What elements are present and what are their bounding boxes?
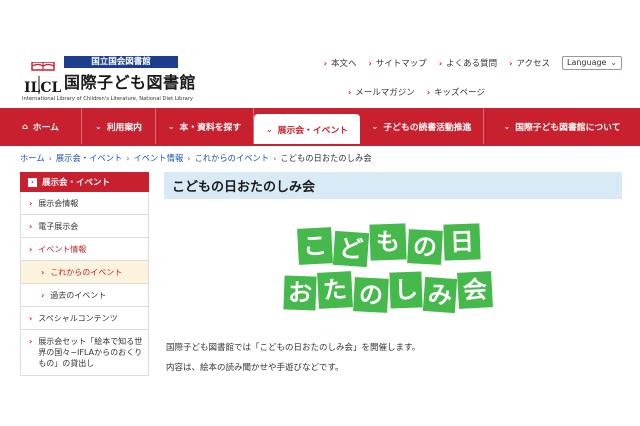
banner-char: の	[407, 229, 443, 265]
util-link-newsletter[interactable]: › メールマガジン	[348, 86, 415, 99]
chevron-right-icon: ›	[368, 58, 372, 68]
chevron-right-icon: ›	[438, 58, 443, 68]
nav-guide[interactable]: ⌄ 利用案内	[82, 108, 156, 144]
banner-char: 日	[443, 223, 481, 261]
page-title-bar: こどもの日おたのしみ会	[160, 172, 622, 199]
chevron-right-icon: ›	[126, 153, 130, 163]
language-select[interactable]: Language ⌄	[562, 56, 622, 70]
banner-char: の	[353, 277, 389, 313]
util-link-main-content[interactable]: › 本文へ	[323, 57, 357, 70]
chevron-right-icon: ›	[29, 198, 33, 208]
global-nav: ⌂ ホーム ⌄ 利用案内 ⌄ 本・資料を探す ⌄ 展示会・イベント ⌄ 子どもの読書活動推…	[0, 108, 640, 144]
chevron-right-icon: ›	[323, 58, 327, 68]
chevron-right-icon: ›	[348, 87, 352, 97]
sidebar-item-exhibition-info[interactable]: › 展示会情報	[20, 192, 149, 215]
sidebar-item-event-info[interactable]: › イベント情報	[20, 238, 149, 261]
library-logo-icon: ILCL	[24, 62, 62, 96]
logo-badge: 国立国会図書館	[64, 56, 178, 68]
util-link-access[interactable]: › アクセス	[509, 57, 550, 70]
site-logo[interactable]: ILCL 国立国会図書館 国際子ども図書館 International Libr…	[22, 56, 212, 102]
breadcrumb-event-info[interactable]: イベント情報	[133, 152, 183, 164]
banner-char: し	[389, 271, 423, 309]
chevron-right-icon: ›	[509, 58, 513, 68]
breadcrumb-home[interactable]: ホーム	[20, 152, 45, 164]
utility-links-secondary: › メールマガジン › キッズページ	[348, 86, 497, 99]
breadcrumb: ホーム › 展示会・イベント › イベント情報 › これからのイベント › こど…	[20, 152, 372, 164]
chevron-right-icon: ›	[28, 177, 37, 187]
chevron-right-icon: ›	[48, 153, 52, 163]
chevron-down-icon: ⌄	[95, 121, 102, 131]
breadcrumb-current: こどもの日おたのしみ会	[280, 153, 372, 163]
chevron-down-icon: ›	[29, 244, 33, 254]
nav-underline	[0, 144, 640, 146]
util-link-sitemap[interactable]: › サイトマップ	[368, 57, 427, 70]
banner-char: た	[317, 271, 353, 309]
svg-text:ILCL: ILCL	[24, 80, 62, 96]
home-icon: ⌂	[22, 121, 28, 131]
banner-char: も	[369, 223, 407, 261]
chevron-down-icon: ⌄	[610, 58, 617, 67]
chevron-right-icon: ›	[187, 153, 191, 163]
logo-title: 国際子ども図書館	[64, 73, 197, 92]
chevron-down-icon: ⌄	[167, 121, 175, 131]
nav-search-books[interactable]: ⌄ 本・資料を探す	[156, 108, 254, 144]
chevron-right-icon: ›	[41, 267, 45, 277]
banner-char: み	[422, 276, 458, 314]
banner-char: こ	[297, 227, 333, 265]
breadcrumb-upcoming[interactable]: これからのイベント	[194, 152, 269, 164]
chevron-right-icon: ›	[41, 290, 45, 300]
chevron-right-icon: ›	[29, 221, 33, 231]
chevron-right-icon: ›	[29, 337, 33, 346]
logo-english: International Library of Children's Lite…	[22, 96, 193, 102]
sidebar-item-digital-exhibition[interactable]: › 電子展示会	[20, 215, 149, 238]
nav-reading-promotion[interactable]: ⌄ 子どもの読書活動推進	[360, 108, 484, 144]
banner-char: 会	[457, 271, 493, 309]
chevron-down-icon: ⌄	[503, 121, 511, 131]
sidebar-item-upcoming-events[interactable]: › これからのイベント	[20, 261, 149, 284]
util-link-kids[interactable]: › キッズページ	[426, 86, 485, 99]
nav-exhibitions-events[interactable]: ⌄ 展示会・イベント	[254, 114, 360, 144]
chevron-right-icon: ›	[29, 313, 33, 323]
sidebar-item-special-contents[interactable]: › スペシャルコンテンツ	[20, 307, 149, 330]
sidebar-item-past-events[interactable]: › 過去のイベント	[20, 284, 149, 307]
nav-about[interactable]: ⌄ 国際子ども図書館について	[484, 108, 640, 144]
banner-char: お	[283, 275, 317, 311]
util-link-faq[interactable]: › よくある質問	[438, 57, 497, 70]
nav-home[interactable]: ⌂ ホーム	[0, 108, 82, 144]
chevron-right-icon: ›	[426, 87, 431, 97]
sidebar: › 展示会・イベント › 展示会情報 › 電子展示会 › イベント情報 › これからのイベ…	[20, 172, 149, 376]
content-paragraph: 内容は、絵本の読み聞かせや手遊びなどです。	[166, 363, 344, 373]
banner-char: ど	[332, 230, 370, 268]
event-banner: こ ど も の 日 お た の し み 会	[283, 222, 494, 322]
sidebar-item-exhibition-set-loan[interactable]: › 展示会セット「絵本で知る世界の国々−IFLAからのおくりもの」の貸出し	[20, 330, 149, 376]
utility-links: › 本文へ › サイトマップ › よくある質問 › アクセス Language ⌄	[324, 56, 622, 70]
chevron-right-icon: ›	[273, 153, 277, 163]
sidebar-heading[interactable]: › 展示会・イベント	[20, 172, 149, 192]
breadcrumb-exhibitions[interactable]: 展示会・イベント	[56, 152, 122, 164]
chevron-down-icon: ⌄	[265, 124, 273, 134]
chevron-down-icon: ⌄	[371, 121, 379, 131]
intro-paragraph: 国際子ども図書館では「こどもの日おたのしみ会」を開催します。	[166, 343, 421, 353]
page-title: こどもの日おたのしみ会	[172, 180, 316, 195]
